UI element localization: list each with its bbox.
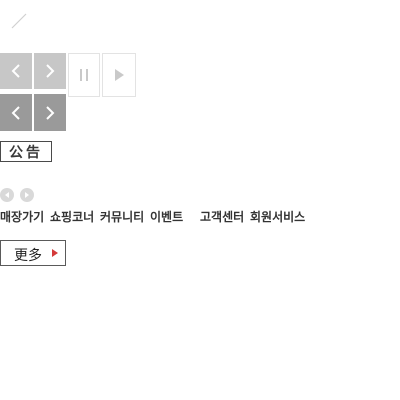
notice-label: 公告 [0,141,52,162]
chevron-right-icon [46,64,55,78]
circle-prev-button[interactable] [0,188,14,202]
more-button[interactable]: 更多 [0,240,66,266]
pause-button[interactable] [68,53,100,97]
row1-prev-button[interactable] [0,53,32,89]
circle-right-arrow-icon [25,192,29,198]
chevron-right-icon [46,105,55,120]
nav-item-community[interactable]: 커뮤니티 [100,208,144,225]
row2-prev-button[interactable] [0,94,32,131]
slash-line-icon [11,13,27,29]
play-button[interactable] [102,53,136,97]
row1-next-button[interactable] [34,53,66,89]
row2-next-button[interactable] [34,94,66,131]
play-icon [115,69,124,81]
circle-left-arrow-icon [5,192,9,198]
chevron-left-icon [11,105,20,120]
chevron-left-icon [11,64,20,78]
nav-item-membership[interactable]: 회원서비스 [250,208,305,225]
pause-icon [80,69,88,81]
triangle-right-icon [52,249,58,257]
nav-item-event[interactable]: 이벤트 [150,208,183,225]
circle-next-button[interactable] [20,188,34,202]
nav-item-store[interactable]: 매장가기 [0,208,44,225]
more-label: 更多 [14,248,42,264]
nav-item-support[interactable]: 고객센터 [200,208,244,225]
nav-item-shopping[interactable]: 쇼핑코너 [50,208,94,225]
